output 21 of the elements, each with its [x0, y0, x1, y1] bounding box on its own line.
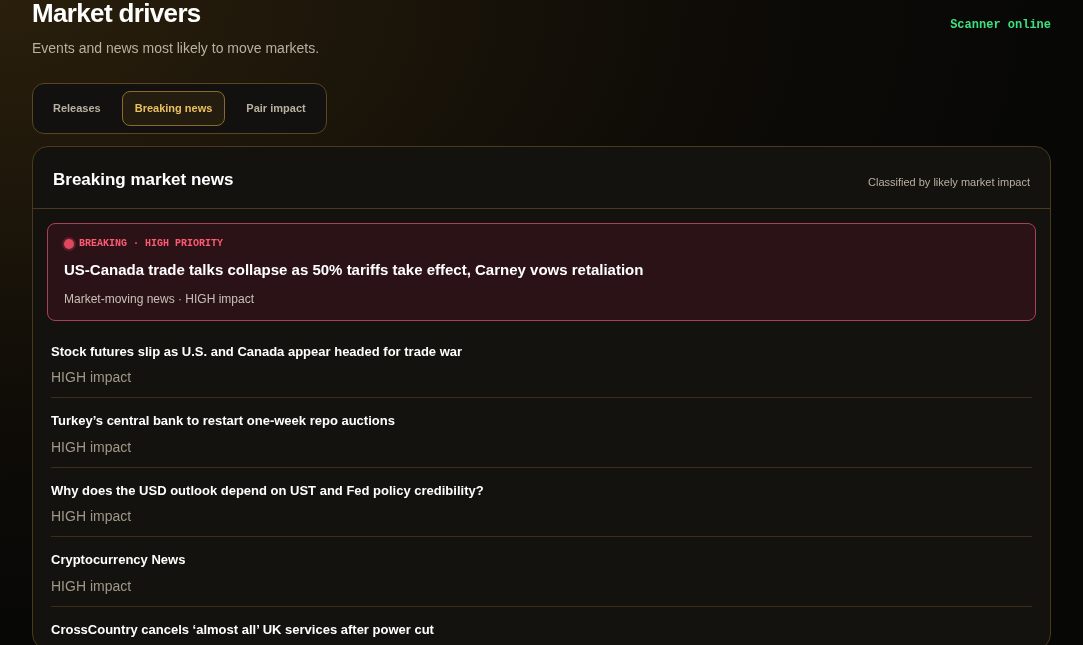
panel-note: Classified by likely market impact [868, 174, 1030, 190]
breaking-meta: Market-moving news · HIGH impact [64, 290, 256, 308]
impact-text: HIGH impact [51, 576, 133, 596]
panel-title: Breaking market news [53, 168, 234, 191]
news-headline[interactable]: Turkey’s central bank to restart one-week repo auctions [51, 411, 1032, 431]
tab[interactable]: Breaking news [121, 91, 226, 126]
page-title: Market drivers [32, 0, 202, 26]
impact-text: HIGH impact [51, 368, 133, 387]
impact-text: HIGH impact [51, 507, 133, 526]
impact-text: HIGH impact [51, 437, 133, 457]
breaking-news-card[interactable]: BREAKING · HIGH PRIORITY US-Canada trade talks collapse as 50% tariffs take effect, Carney vows retaliation Market-moving news · HIGH impact [47, 223, 1036, 321]
news-headline[interactable]: Why does the USD outlook depend on UST and Fed policy credibility? [51, 480, 1032, 500]
tab[interactable]: Pair impact [233, 91, 319, 126]
news-headline[interactable]: CrossCountry cancels ‘almost all’ UK services after power cut [51, 619, 1032, 639]
page-subtitle: Events and news most likely to move markets. [32, 39, 320, 58]
breaking-label: BREAKING · HIGH PRIORITY [79, 237, 224, 251]
status-text: Scanner online [950, 17, 1051, 34]
breaking-headline: US-Canada trade talks collapse as 50% tariffs take effect, Carney vows retaliation [64, 260, 645, 280]
news-headline[interactable]: Cryptocurrency News [51, 550, 1032, 570]
news-headline[interactable]: Stock futures slip as U.S. and Canada appear headed for trade war [51, 341, 1032, 361]
tab[interactable]: Releases [40, 91, 114, 126]
